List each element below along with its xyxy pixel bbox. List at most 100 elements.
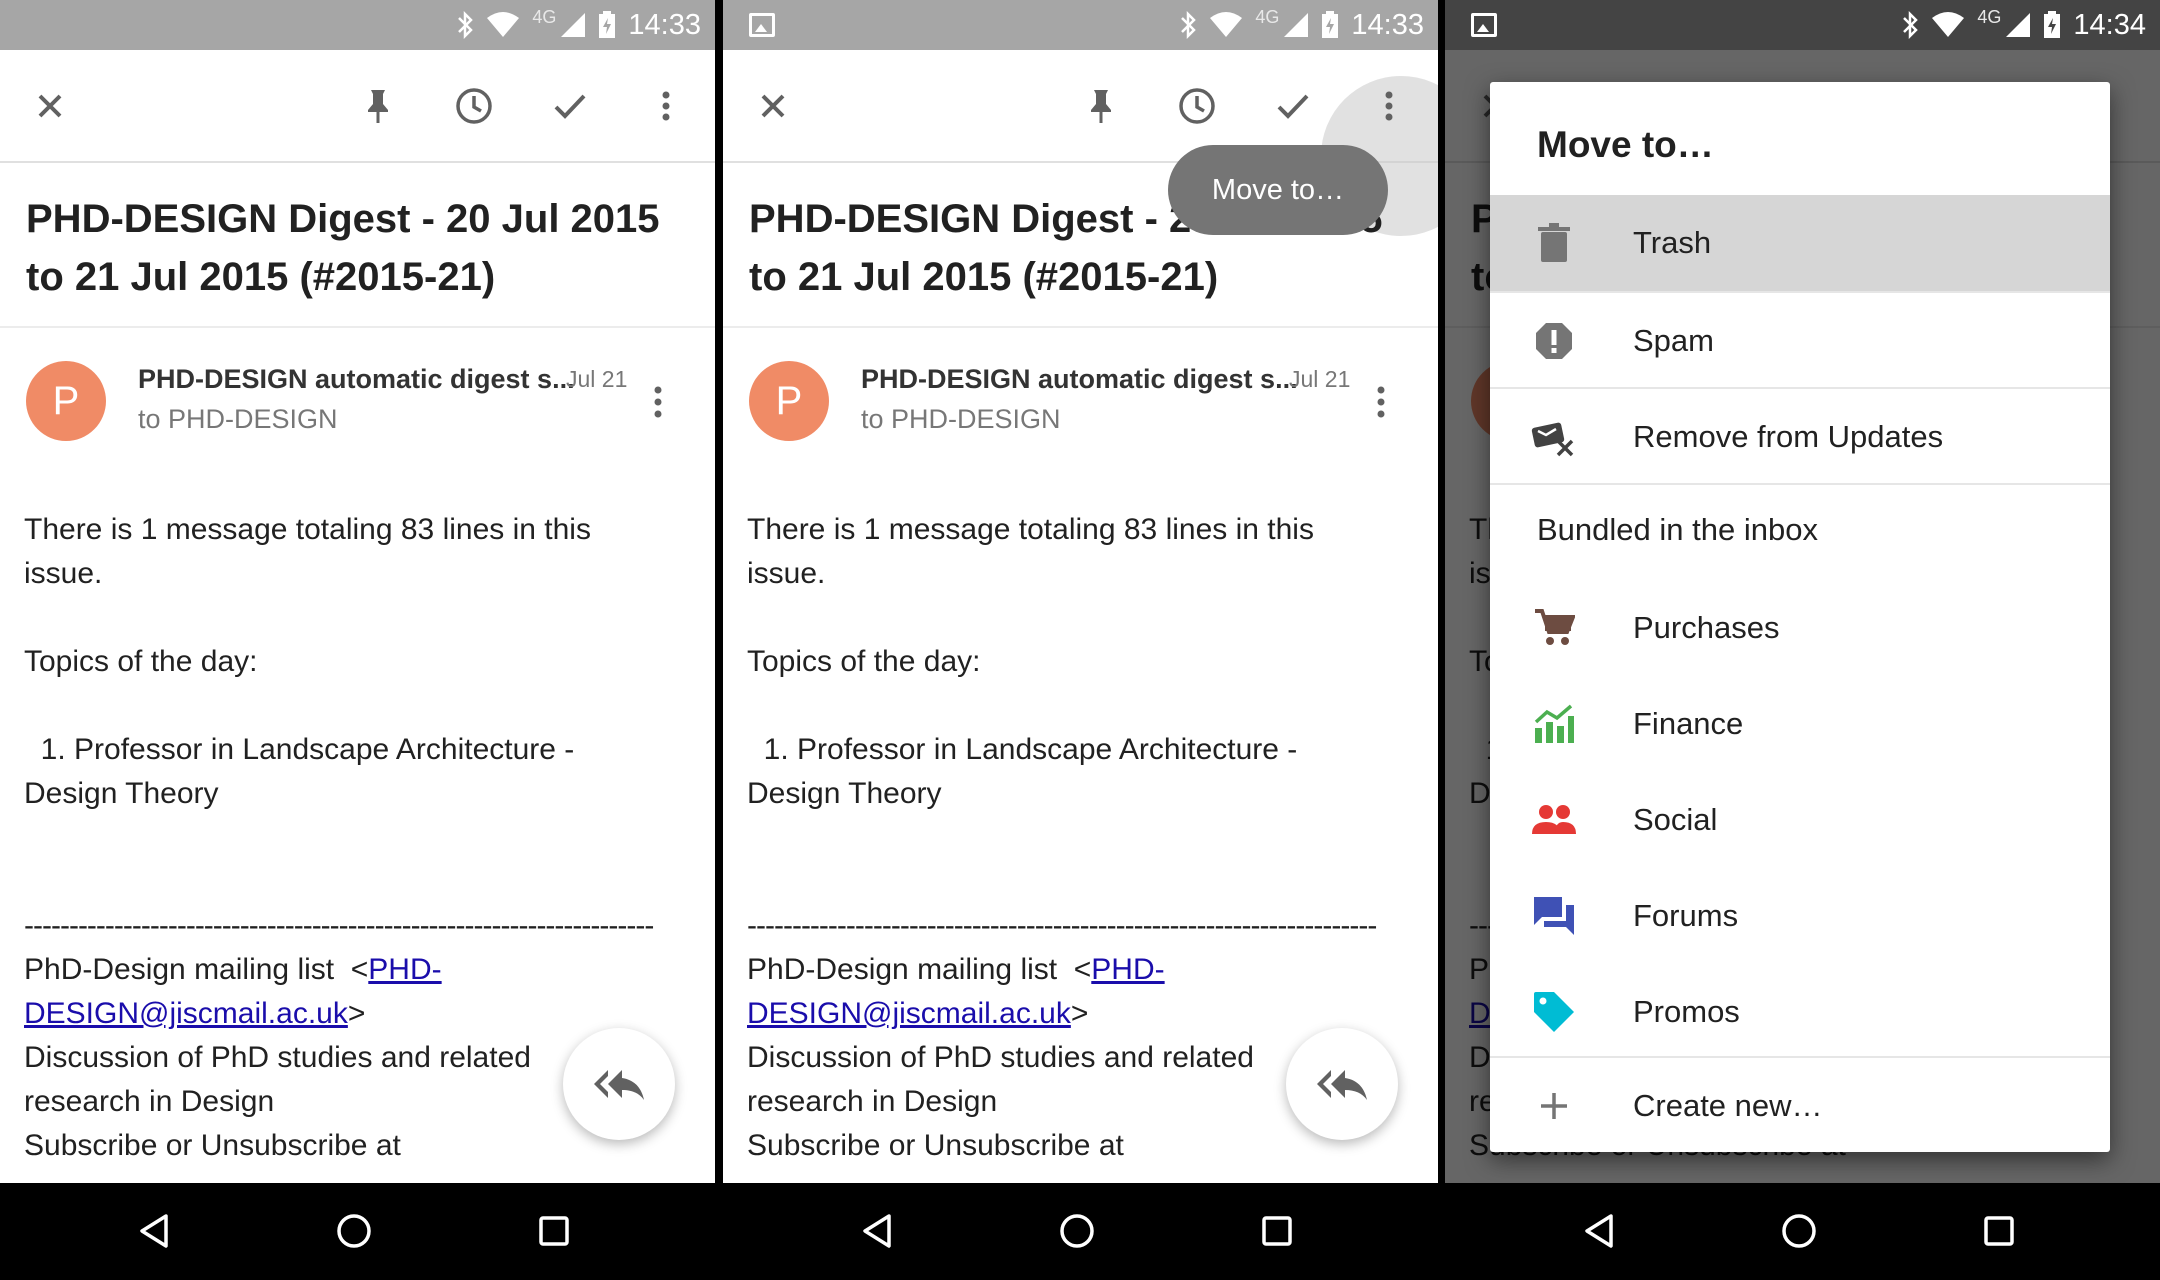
body-text: Subscribe or Unsubscribe at	[747, 1129, 1124, 1162]
network-type: 4G	[532, 6, 557, 27]
more-vert-icon[interactable]	[1361, 78, 1417, 134]
divider	[1490, 483, 2110, 485]
bundle-social[interactable]: Social	[1490, 772, 2110, 868]
move-to-dialog: Move to… Trash Spam Remove from Updates …	[1490, 82, 2110, 1152]
menu-item-label: Finance	[1633, 706, 1744, 741]
menu-item-label: Spam	[1633, 323, 1714, 358]
body-text: >	[1070, 997, 1089, 1030]
navigation-bar	[723, 1183, 1438, 1280]
reply-all-button[interactable]	[563, 1028, 675, 1140]
pin-icon[interactable]	[350, 78, 406, 134]
dialog-title: Move to…	[1537, 124, 1714, 165]
screen-move-to-dialog: 4G 14:34 PHD-DESIGN Digest - 20 Jul 2015…	[1445, 0, 2160, 1280]
done-check-icon[interactable]	[542, 78, 598, 134]
back-icon[interactable]	[1573, 1205, 1625, 1257]
bundle-purchases[interactable]: Purchases	[1490, 580, 2110, 676]
body-text: Topics of the day:	[747, 645, 981, 678]
signal-icon	[1284, 13, 1309, 37]
bluetooth-icon	[458, 11, 474, 39]
clock: 14:33	[628, 8, 701, 41]
body-text: Design Theory	[747, 777, 942, 810]
email-link[interactable]: PHD-	[1091, 953, 1164, 986]
body-text: issue.	[747, 557, 826, 590]
more-vert-icon[interactable]	[638, 78, 694, 134]
back-icon[interactable]	[851, 1205, 903, 1257]
subject-line: to 21 Jul 2015 (#2015-21)	[26, 255, 496, 299]
battery-icon	[1322, 11, 1339, 38]
image-notification-icon	[1471, 13, 1497, 37]
snooze-clock-icon[interactable]	[1169, 78, 1225, 134]
clock: 14:34	[2073, 8, 2146, 41]
body-separator: ----------------------------------------…	[747, 909, 1377, 942]
subject-line: PHD-DESIGN Digest - 20 Jul 2015	[26, 197, 660, 241]
remove-from-updates[interactable]: Remove from Updates	[1490, 389, 2110, 485]
sender-name: PHD-DESIGN automatic digest s...	[861, 364, 1298, 394]
bundle-finance[interactable]: Finance	[1490, 676, 2110, 772]
pin-icon[interactable]	[1073, 78, 1129, 134]
spam-icon	[1530, 317, 1578, 365]
subject-line: to 21 Jul 2015 (#2015-21)	[749, 255, 1219, 299]
body-text: >	[347, 997, 366, 1030]
menu-item-label: Promos	[1633, 994, 1740, 1029]
create-new-label[interactable]: Create new…	[1490, 1058, 2110, 1154]
avatar[interactable]: P	[26, 361, 106, 441]
menu-item-label: Create new…	[1633, 1088, 1823, 1123]
menu-item-label: Forums	[1633, 898, 1739, 933]
body-text: 1. Professor in Landscape Architecture -	[24, 733, 575, 766]
bundle-promos[interactable]: Promos	[1490, 964, 2110, 1060]
wifi-icon	[487, 12, 520, 37]
bundle-forums[interactable]: Forums	[1490, 868, 2110, 964]
bluetooth-icon	[1903, 11, 1919, 39]
recents-icon[interactable]	[528, 1205, 580, 1257]
email-link[interactable]: DESIGN@jiscmail.ac.uk	[747, 997, 1071, 1030]
home-icon[interactable]	[1773, 1205, 1825, 1257]
email-link[interactable]: PHD-	[368, 953, 441, 986]
social-icon	[1530, 796, 1578, 844]
snooze-clock-icon[interactable]	[446, 78, 502, 134]
divider	[723, 326, 1438, 328]
reply-all-button[interactable]	[1286, 1028, 1398, 1140]
recipient[interactable]: to PHD-DESIGN	[138, 404, 338, 435]
move-to-tooltip: Move to…	[1168, 145, 1388, 235]
email-link[interactable]: DESIGN@jiscmail.ac.uk	[24, 997, 348, 1030]
status-bar: 4G 14:33	[723, 0, 1438, 50]
signal-icon	[561, 13, 586, 37]
email-date: Jul 21	[1289, 366, 1351, 392]
move-to-trash[interactable]: Trash	[1490, 195, 2110, 291]
message-more-icon[interactable]	[640, 380, 676, 424]
sender-name: PHD-DESIGN automatic digest s...	[138, 364, 575, 394]
back-icon[interactable]	[128, 1205, 180, 1257]
cart-icon	[1530, 604, 1578, 652]
close-icon[interactable]	[22, 78, 78, 134]
add-icon	[1530, 1082, 1578, 1130]
promos-icon	[1530, 988, 1578, 1036]
body-text: PhD-Design mailing list <PHD-	[24, 948, 684, 992]
avatar[interactable]: P	[749, 361, 829, 441]
move-to-spam[interactable]: Spam	[1490, 293, 2110, 389]
close-icon[interactable]	[745, 78, 801, 134]
section-header: Bundled in the inbox	[1537, 512, 1818, 547]
recents-icon[interactable]	[1251, 1205, 1303, 1257]
wifi-icon	[1210, 12, 1243, 37]
reply-all-icon	[594, 1070, 644, 1100]
body-text: PhD-Design mailing list <	[24, 953, 369, 986]
menu-item-label: Remove from Updates	[1633, 419, 1944, 454]
navigation-bar	[0, 1183, 715, 1280]
home-icon[interactable]	[1051, 1205, 1103, 1257]
recents-icon[interactable]	[1973, 1205, 2025, 1257]
menu-item-label: Trash	[1633, 225, 1712, 260]
forums-icon	[1530, 892, 1578, 940]
image-notification-icon	[749, 13, 775, 37]
home-icon[interactable]	[328, 1205, 380, 1257]
menu-item-label: Purchases	[1633, 610, 1780, 645]
body-text: Topics of the day:	[24, 645, 258, 678]
navigation-bar	[1445, 1183, 2160, 1280]
message-more-icon[interactable]	[1363, 380, 1399, 424]
recipient[interactable]: to PHD-DESIGN	[861, 404, 1061, 435]
screen-email-view: 4G 14:33 PHD-DESIGN Digest - 20 Jul 2015…	[0, 0, 715, 1280]
body-text: issue.	[24, 557, 103, 590]
finance-icon	[1530, 700, 1578, 748]
battery-icon	[2044, 11, 2061, 38]
trash-icon	[1530, 219, 1578, 267]
done-check-icon[interactable]	[1265, 78, 1321, 134]
